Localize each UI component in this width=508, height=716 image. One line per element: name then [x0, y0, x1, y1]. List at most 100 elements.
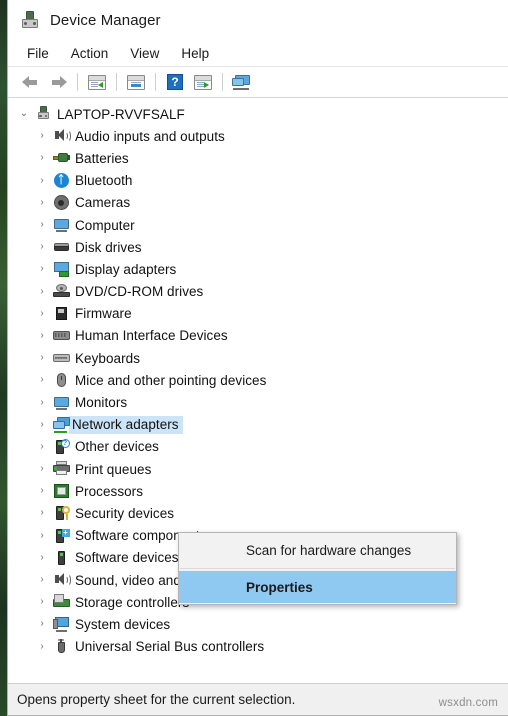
- back-button[interactable]: [16, 70, 44, 94]
- menu-view[interactable]: View: [119, 43, 170, 64]
- chevron-right-icon[interactable]: ›: [34, 419, 50, 430]
- tree-item-human-interface-devices[interactable]: › Human Interface Devices: [8, 325, 508, 347]
- tree-item-label: Network adapters: [69, 415, 183, 434]
- printer-icon: [50, 460, 72, 478]
- speaker-icon: [50, 571, 72, 589]
- tree-item-security-devices[interactable]: › Security devices: [8, 502, 508, 524]
- show-hide-console-tree-button[interactable]: [83, 70, 111, 94]
- tree-item-keyboards[interactable]: › Keyboards: [8, 347, 508, 369]
- chevron-right-icon[interactable]: ›: [34, 286, 50, 297]
- disk-drive-icon: [50, 238, 72, 256]
- tree-item-bluetooth[interactable]: › ᛏ Bluetooth: [8, 170, 508, 192]
- chevron-right-icon[interactable]: ›: [34, 131, 50, 141]
- monitor-icon: [50, 394, 72, 412]
- computer-root-icon: [32, 105, 54, 123]
- tree-item-firmware[interactable]: › Firmware: [8, 303, 508, 325]
- tree-item-system-devices[interactable]: › System devices: [8, 613, 508, 635]
- chevron-right-icon[interactable]: ›: [34, 153, 50, 163]
- usb-icon: [50, 638, 72, 656]
- tree-item-mice-and-other-pointing-devices[interactable]: › Mice and other pointing devices: [8, 369, 508, 391]
- hid-icon: [50, 327, 72, 345]
- tree-item-cameras[interactable]: › Cameras: [8, 192, 508, 214]
- properties-button[interactable]: [122, 70, 150, 94]
- chevron-right-icon[interactable]: ›: [34, 353, 50, 363]
- chevron-right-icon[interactable]: ›: [34, 441, 50, 452]
- chevron-right-icon[interactable]: ›: [34, 242, 50, 252]
- tree-item-label: Computer: [75, 217, 135, 233]
- title-bar: Device Manager: [8, 0, 508, 40]
- menu-action[interactable]: Action: [60, 43, 120, 64]
- toolbar-separator: [77, 73, 78, 91]
- tree-item-label: Monitors: [75, 395, 128, 411]
- chevron-right-icon[interactable]: ›: [34, 530, 50, 541]
- chevron-right-icon[interactable]: ›: [34, 175, 50, 186]
- arrow-left-icon: [21, 75, 39, 90]
- update-driver-button[interactable]: [189, 70, 217, 94]
- tree-item-monitors[interactable]: › Monitors: [8, 391, 508, 413]
- system-device-icon: [50, 615, 72, 633]
- speaker-icon: [50, 127, 72, 145]
- mouse-icon: [50, 371, 72, 389]
- chevron-right-icon[interactable]: ›: [34, 575, 50, 585]
- chevron-right-icon[interactable]: ›: [34, 330, 50, 341]
- tree-root-item[interactable]: ⌄ LAPTOP-RVVFSALF: [8, 103, 508, 125]
- arrow-right-icon: [50, 75, 67, 90]
- chevron-right-icon[interactable]: ›: [34, 197, 50, 208]
- menu-bar: File Action View Help: [8, 40, 508, 67]
- chevron-right-icon[interactable]: ›: [34, 486, 50, 496]
- tree-item-processors[interactable]: › Processors: [8, 480, 508, 502]
- properties-window-icon: [127, 74, 145, 90]
- menu-help[interactable]: Help: [170, 43, 220, 64]
- device-manager-icon: [20, 10, 40, 30]
- tree-item-label: Keyboards: [75, 350, 140, 366]
- chevron-right-icon[interactable]: ›: [34, 464, 50, 474]
- tree-item-universal-serial-bus-controllers[interactable]: › Universal Serial Bus controllers: [8, 636, 508, 658]
- display-adapter-icon: [50, 260, 72, 278]
- chevron-right-icon[interactable]: ›: [34, 375, 50, 385]
- menu-file[interactable]: File: [16, 43, 60, 64]
- tree-item-batteries[interactable]: › Batteries: [8, 147, 508, 169]
- watermark: wsxdn.com: [438, 697, 498, 709]
- status-bar-text: Opens property sheet for the current sel…: [17, 692, 296, 707]
- scan-for-hardware-changes-button[interactable]: [228, 70, 256, 94]
- tree-item-label: Disk drives: [75, 239, 142, 255]
- tree-item-network-adapters[interactable]: › Network adapters: [8, 414, 508, 436]
- chevron-right-icon[interactable]: ›: [34, 508, 50, 518]
- other-device-icon: ?: [50, 438, 72, 456]
- status-bar: Opens property sheet for the current sel…: [8, 683, 508, 715]
- keyboard-icon: [50, 349, 72, 367]
- tree-item-label: Cameras: [75, 195, 131, 211]
- chevron-right-icon[interactable]: ›: [34, 641, 50, 652]
- tree-item-label: Bluetooth: [75, 173, 133, 189]
- update-driver-icon: [194, 74, 212, 90]
- context-menu-item-properties[interactable]: Properties: [179, 571, 456, 603]
- help-button[interactable]: ?: [161, 70, 189, 94]
- tree-item-computer[interactable]: › Computer: [8, 214, 508, 236]
- tree-item-label: Firmware: [75, 306, 132, 322]
- battery-icon: [50, 149, 72, 167]
- tree-item-other-devices[interactable]: › ? Other devices: [8, 436, 508, 458]
- chevron-right-icon[interactable]: ›: [34, 220, 50, 230]
- chevron-right-icon[interactable]: ›: [34, 308, 50, 319]
- tree-item-display-adapters[interactable]: › Display adapters: [8, 258, 508, 280]
- context-menu-item-scan-for-hardware-changes[interactable]: Scan for hardware changes: [179, 535, 456, 566]
- tree-item-print-queues[interactable]: › Print queues: [8, 458, 508, 480]
- device-tree[interactable]: ⌄ LAPTOP-RVVFSALF › Audio inputs and out…: [8, 98, 508, 683]
- device-manager-window: Device Manager File Action View Help ? ⌄…: [7, 0, 508, 716]
- tree-item-disk-drives[interactable]: › Disk drives: [8, 236, 508, 258]
- forward-button[interactable]: [44, 70, 72, 94]
- chevron-right-icon[interactable]: ›: [34, 397, 50, 408]
- chevron-down-icon[interactable]: ⌄: [16, 109, 32, 119]
- chevron-right-icon[interactable]: ›: [34, 597, 50, 607]
- chevron-right-icon[interactable]: ›: [34, 552, 50, 563]
- bluetooth-icon: ᛏ: [50, 172, 72, 190]
- tree-item-dvd-cd-rom-drives[interactable]: › DVD/CD-ROM drives: [8, 281, 508, 303]
- firmware-chip-icon: [50, 305, 72, 323]
- chevron-right-icon[interactable]: ›: [34, 619, 50, 629]
- chevron-right-icon[interactable]: ›: [34, 264, 50, 274]
- processor-icon: [50, 482, 72, 500]
- software-device-icon: [50, 549, 72, 567]
- tree-item-audio-inputs-and-outputs[interactable]: › Audio inputs and outputs: [8, 125, 508, 147]
- context-menu[interactable]: Scan for hardware changes Properties: [178, 532, 457, 605]
- tree-item-label: Print queues: [75, 461, 152, 477]
